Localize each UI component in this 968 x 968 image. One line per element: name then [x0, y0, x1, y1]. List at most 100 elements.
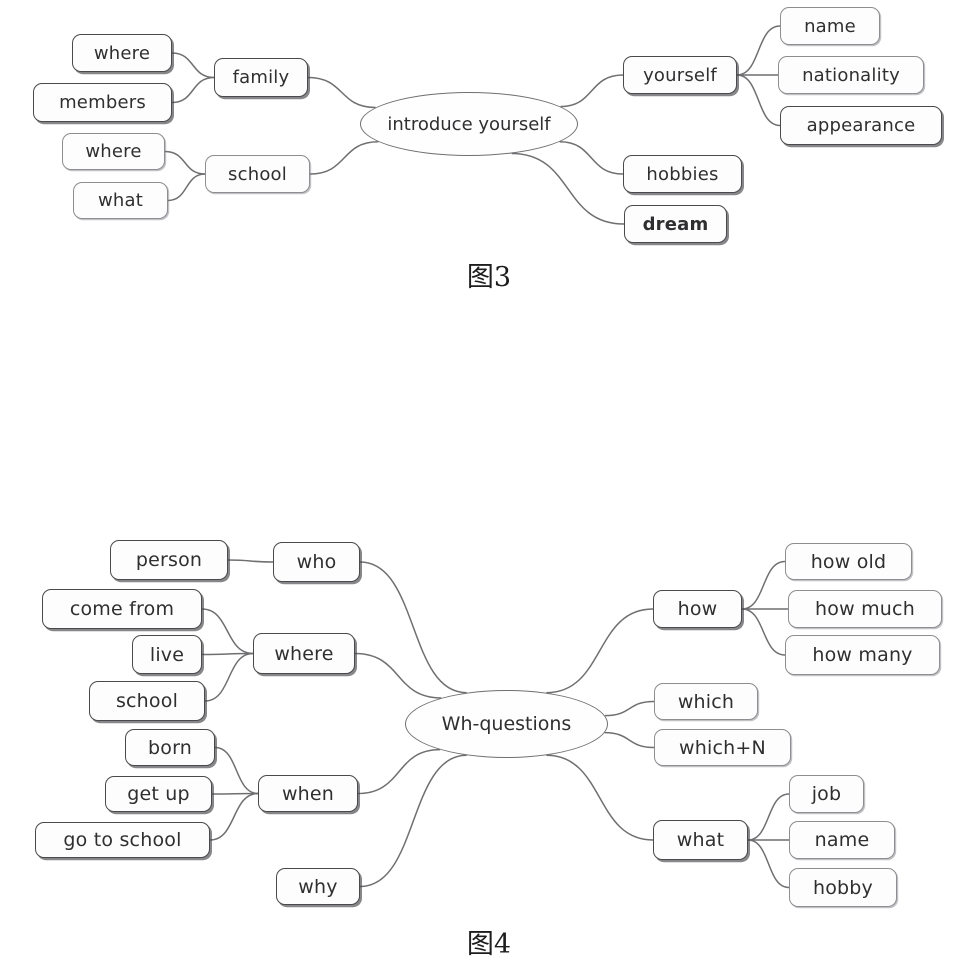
- branch-node-school[interactable]: school: [205, 155, 310, 193]
- node-label: name: [804, 15, 856, 37]
- node-label: how much: [815, 598, 915, 620]
- node-label: how: [677, 598, 718, 620]
- connector-line: [211, 792, 259, 795]
- leaf-node-hobby[interactable]: hobby: [789, 868, 897, 907]
- node-label: what: [676, 829, 725, 851]
- node-label: school: [115, 690, 179, 712]
- node-label: when: [281, 782, 335, 805]
- connector-line: [560, 74, 624, 108]
- connector-line: [604, 700, 655, 717]
- node-label: why: [298, 875, 338, 898]
- leaf-node-how-old[interactable]: how old: [785, 543, 912, 580]
- leaf-node-what[interactable]: what: [73, 182, 168, 219]
- node-label: dream: [642, 213, 709, 235]
- connector-line: [736, 25, 781, 76]
- figure4-caption: 图4: [466, 929, 512, 960]
- connector-line: [546, 754, 654, 841]
- connector-line: [546, 608, 654, 694]
- branch-node-yourself[interactable]: yourself: [623, 56, 737, 94]
- leaf-node-go-to-school[interactable]: go to school: [35, 822, 210, 858]
- branch-node-which[interactable]: which: [654, 683, 758, 720]
- connector-line: [227, 559, 274, 563]
- connector-line: [359, 561, 467, 694]
- node-label: go to school: [63, 829, 182, 851]
- leaf-node-members[interactable]: members: [33, 83, 172, 122]
- branch-node-where[interactable]: where: [253, 633, 355, 674]
- node-label: what: [97, 190, 144, 211]
- node-label: where: [85, 141, 142, 162]
- node-label: members: [59, 92, 146, 113]
- node-label: how many: [812, 644, 913, 666]
- leaf-node-where[interactable]: where: [62, 133, 165, 170]
- connector-line: [559, 141, 624, 175]
- leaf-node-school[interactable]: school: [89, 681, 205, 721]
- node-label: school: [228, 163, 287, 185]
- leaf-node-appearance[interactable]: appearance: [780, 106, 942, 145]
- node-label: yourself: [643, 64, 717, 86]
- connector-line: [736, 74, 781, 127]
- node-label: who: [296, 551, 337, 573]
- leaf-node-person[interactable]: person: [110, 540, 228, 580]
- center-topic-label: introduce yourself: [387, 113, 551, 135]
- node-label: where: [93, 42, 151, 64]
- connector-line: [214, 746, 259, 795]
- connector-line: [307, 76, 376, 109]
- leaf-node-nationality[interactable]: nationality: [778, 56, 924, 94]
- branch-node-which-n[interactable]: which+N: [654, 729, 791, 766]
- branch-node-who[interactable]: who: [273, 542, 360, 582]
- center-topic-wh-questions[interactable]: Wh-questions: [405, 690, 608, 758]
- leaf-node-how-much[interactable]: how much: [788, 590, 942, 628]
- branch-node-dream[interactable]: dream: [624, 205, 727, 243]
- connector-line: [604, 731, 655, 749]
- branch-node-hobbies[interactable]: hobbies: [623, 155, 742, 193]
- connector-line: [167, 173, 206, 202]
- connector-line: [209, 792, 259, 841]
- connector-line: [201, 652, 254, 656]
- leaf-node-name[interactable]: name: [789, 821, 895, 859]
- connector-line: [171, 76, 215, 104]
- connector-line: [357, 748, 440, 795]
- node-label: which+N: [679, 736, 766, 759]
- leaf-node-where[interactable]: where: [72, 34, 172, 72]
- leaf-node-name[interactable]: name: [780, 7, 880, 45]
- center-topic-introduce-yourself[interactable]: introduce yourself: [360, 92, 578, 156]
- connector-line: [309, 141, 379, 175]
- node-label: where: [274, 642, 334, 665]
- connector-line: [747, 793, 790, 841]
- leaf-node-born[interactable]: born: [125, 729, 215, 766]
- connector-line: [511, 152, 625, 225]
- connector-line: [164, 150, 206, 175]
- leaf-node-come-from[interactable]: come from: [42, 589, 202, 629]
- connector-line: [204, 652, 254, 702]
- branch-node-family[interactable]: family: [214, 58, 308, 97]
- node-label: come from: [69, 598, 175, 620]
- branch-node-why[interactable]: why: [276, 868, 360, 905]
- figure3-caption: 图3: [466, 262, 512, 293]
- node-label: appearance: [806, 115, 916, 136]
- node-label: name: [814, 829, 870, 851]
- leaf-node-live[interactable]: live: [132, 635, 202, 674]
- node-label: get up: [127, 783, 190, 805]
- leaf-node-how-many[interactable]: how many: [785, 635, 940, 675]
- branch-node-when[interactable]: when: [258, 775, 358, 812]
- leaf-node-get-up[interactable]: get up: [105, 776, 212, 812]
- connector-line: [741, 608, 786, 656]
- node-label: family: [232, 67, 290, 88]
- connector-line: [741, 560, 786, 610]
- center-topic-label: Wh-questions: [441, 713, 572, 735]
- node-label: nationality: [802, 64, 900, 86]
- connector-line: [201, 608, 254, 655]
- connector-line: [354, 652, 442, 699]
- mindmap-stage: introduce yourself family where members scho…: [0, 0, 968, 968]
- connector-line: [171, 52, 215, 79]
- node-label: born: [147, 736, 192, 759]
- node-label: live: [149, 643, 185, 666]
- node-label: person: [135, 549, 203, 571]
- branch-node-what[interactable]: what: [653, 820, 748, 860]
- connector-line: [359, 754, 467, 888]
- node-label: which: [677, 690, 735, 713]
- node-label: how old: [810, 550, 887, 573]
- leaf-node-job[interactable]: job: [789, 775, 864, 813]
- node-label: hobbies: [646, 163, 719, 185]
- branch-node-how[interactable]: how: [653, 590, 742, 628]
